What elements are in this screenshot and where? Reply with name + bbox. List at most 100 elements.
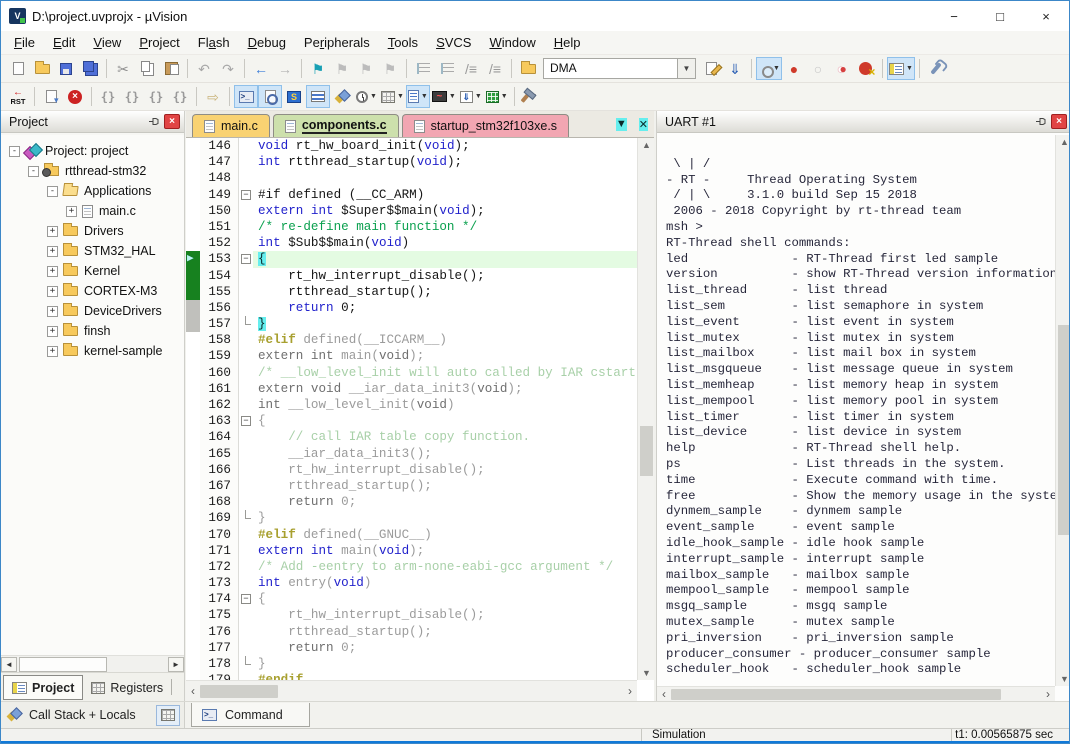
expand-icon[interactable]: + xyxy=(47,306,58,317)
dropdown-arrow-icon[interactable]: ▼ xyxy=(773,65,780,72)
paste-icon[interactable] xyxy=(159,57,183,80)
window-layout-icon[interactable]: ▼ xyxy=(887,57,915,80)
code-text[interactable]: int __low_level_init(void) xyxy=(253,397,637,413)
redo-icon[interactable]: ↷ xyxy=(216,57,240,80)
dropdown-arrow-icon[interactable]: ▼ xyxy=(421,93,428,100)
pin-icon[interactable] xyxy=(145,114,161,129)
code-text[interactable]: int rtthread_startup(void); xyxy=(253,154,637,170)
symbol-window-icon[interactable]: S xyxy=(282,85,306,108)
command-window-icon[interactable]: >_ xyxy=(234,85,258,108)
menu-item-help[interactable]: Help xyxy=(545,32,590,53)
code-text[interactable]: // call IAR table copy function. xyxy=(253,429,637,445)
navigate-back-icon[interactable]: ← xyxy=(249,57,273,80)
dropdown-arrow-icon[interactable]: ▼ xyxy=(449,93,456,100)
trace-window-icon[interactable]: ▼ xyxy=(354,85,379,108)
uart-panel-close-icon[interactable]: × xyxy=(1051,114,1067,129)
menu-item-file[interactable]: File xyxy=(5,32,44,53)
code-text[interactable]: __iar_data_init3(); xyxy=(253,446,637,462)
save-icon[interactable] xyxy=(54,57,78,80)
tree-item-rtthread-stm32[interactable]: -rtthread-stm32 xyxy=(1,161,184,181)
code-text[interactable]: } xyxy=(253,510,637,526)
fold-collapse-icon[interactable]: − xyxy=(241,594,251,604)
fold-collapse-icon[interactable]: − xyxy=(241,416,251,426)
code-text[interactable]: return 0; xyxy=(253,640,637,656)
comment-icon[interactable]: /≡ xyxy=(459,57,483,80)
tab-list-dropdown-icon[interactable]: ▼ xyxy=(616,118,627,131)
new-file-icon[interactable] xyxy=(6,57,30,80)
code-text[interactable]: /* Add -eentry to arm-none-eabi-gcc argu… xyxy=(253,559,637,575)
code-text[interactable]: { xyxy=(253,591,637,607)
analysis-window-icon[interactable] xyxy=(330,85,354,108)
insert-breakpoint-icon[interactable]: ● xyxy=(782,57,806,80)
tree-item-kernel-sample[interactable]: +kernel-sample xyxy=(1,341,184,361)
project-horizontal-scrollbar[interactable]: ◄ ► xyxy=(1,655,184,672)
code-text[interactable]: #elif defined(__GNUC__) xyxy=(253,527,637,543)
scroll-down-icon[interactable]: ▼ xyxy=(1056,674,1070,684)
expand-icon[interactable]: + xyxy=(47,286,58,297)
project-panel-close-icon[interactable]: × xyxy=(164,114,180,129)
code-text[interactable]: int entry(void) xyxy=(253,575,637,591)
code-text[interactable]: } xyxy=(253,656,637,672)
pin-icon[interactable] xyxy=(1032,114,1048,129)
collapse-icon[interactable]: - xyxy=(9,146,20,157)
code-text[interactable]: { xyxy=(253,413,637,429)
configure-flash-icon[interactable] xyxy=(699,57,723,80)
scroll-down-icon[interactable]: ▼ xyxy=(638,668,655,678)
menu-item-project[interactable]: Project xyxy=(130,32,188,53)
expand-icon[interactable]: + xyxy=(47,326,58,337)
code-text[interactable]: /* re-define main function */ xyxy=(253,219,637,235)
scrollbar-thumb[interactable] xyxy=(671,689,1001,700)
memory-window-icon[interactable]: ▼ xyxy=(379,85,406,108)
copy-icon[interactable] xyxy=(135,57,159,80)
uart-output[interactable]: \ | / - RT - Thread Operating System / |… xyxy=(658,135,1055,686)
code-text[interactable]: return 0; xyxy=(253,494,637,510)
editor-tab-startup-stm32f103xe-s[interactable]: startup_stm32f103xe.s xyxy=(402,114,569,137)
uart-horizontal-scrollbar[interactable]: ‹ › xyxy=(657,686,1055,701)
bookmark-next-icon[interactable]: ⚑ xyxy=(354,57,378,80)
tree-item-project-project[interactable]: -Project: project xyxy=(1,141,184,161)
memory-window-button[interactable] xyxy=(156,705,180,726)
fold-collapse-icon[interactable]: − xyxy=(241,254,251,264)
toggle-breakpoint-icon[interactable]: ○ xyxy=(806,57,830,80)
code-text[interactable]: extern int main(void); xyxy=(253,348,637,364)
expand-icon[interactable]: + xyxy=(47,226,58,237)
disassembly-window-icon[interactable] xyxy=(258,85,282,108)
menu-item-debug[interactable]: Debug xyxy=(239,32,295,53)
minimize-button[interactable]: − xyxy=(931,1,977,31)
editor-close-icon[interactable]: ✕ xyxy=(639,118,648,131)
show-next-statement-icon[interactable]: ⇨ xyxy=(201,85,225,108)
tree-item-main-c[interactable]: +main.c xyxy=(1,201,184,221)
code-text[interactable]: extern int $Super$$main(void); xyxy=(253,203,637,219)
code-text[interactable]: #if defined (__CC_ARM) xyxy=(253,187,637,203)
run-to-cursor-icon[interactable]: {} xyxy=(168,85,192,108)
menu-item-tools[interactable]: Tools xyxy=(379,32,427,53)
expand-icon[interactable]: + xyxy=(47,346,58,357)
menu-item-peripherals[interactable]: Peripherals xyxy=(295,32,379,53)
indent-icon[interactable] xyxy=(411,57,435,80)
scrollbar-thumb[interactable] xyxy=(640,426,653,476)
flash-download-icon[interactable]: ⇓ xyxy=(723,57,747,80)
scrollbar-thumb[interactable] xyxy=(1058,325,1070,535)
step-out-icon[interactable]: {} xyxy=(144,85,168,108)
toolbox-icon[interactable]: ▼ xyxy=(484,85,510,108)
editor-vertical-scrollbar[interactable]: ▲ ▼ xyxy=(637,138,654,680)
logic-analyzer-icon[interactable]: ~▼ xyxy=(430,85,458,108)
dropdown-arrow-icon[interactable]: ▼ xyxy=(370,93,377,100)
code-text[interactable]: rtthread_startup(); xyxy=(253,284,637,300)
uart-vertical-scrollbar[interactable]: ▲ ▼ xyxy=(1055,135,1070,686)
editor-horizontal-scrollbar[interactable]: ‹ › xyxy=(186,680,637,701)
run-icon[interactable] xyxy=(39,85,63,108)
maximize-button[interactable]: □ xyxy=(977,1,1023,31)
scrollbar-thumb[interactable] xyxy=(19,657,107,672)
serial-window-icon[interactable] xyxy=(306,85,330,108)
navigate-forward-icon[interactable]: → xyxy=(273,57,297,80)
editor-tab-main-c[interactable]: main.c xyxy=(192,114,270,137)
save-all-icon[interactable] xyxy=(78,57,102,80)
tree-item-stm32-hal[interactable]: +STM32_HAL xyxy=(1,241,184,261)
call-stack-tab[interactable]: Call Stack + Locals xyxy=(1,702,185,728)
expand-icon[interactable]: + xyxy=(47,246,58,257)
uncomment-icon[interactable]: /≡ xyxy=(483,57,507,80)
dropdown-arrow-icon[interactable]: ▼ xyxy=(906,65,913,72)
collapse-icon[interactable]: - xyxy=(47,186,58,197)
tree-item-drivers[interactable]: +Drivers xyxy=(1,221,184,241)
